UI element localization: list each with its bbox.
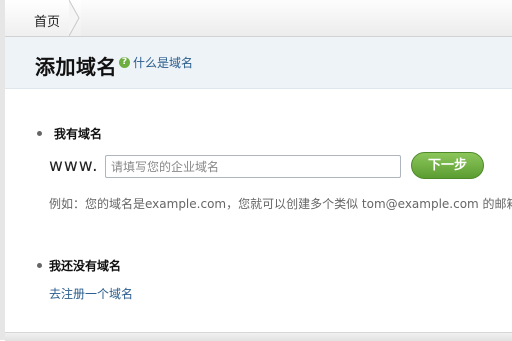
bullet-icon	[37, 131, 42, 136]
www-prefix: www.	[49, 156, 99, 176]
register-domain-link[interactable]: 去注册一个域名	[49, 285, 133, 302]
example-hint: 例如：您的域名是example.com，您就可以创建多个类似 tom@examp…	[49, 197, 512, 211]
next-button[interactable]: 下一步	[411, 152, 484, 179]
no-domain-title: 我还没有域名	[49, 259, 122, 273]
breadcrumb-separator-icon	[69, 0, 80, 36]
what-is-domain-link[interactable]: 什么是域名	[133, 54, 193, 71]
question-icon: ?	[119, 57, 130, 68]
breadcrumb: 首页	[5, 0, 512, 37]
help-link-group[interactable]: ? 什么是域名	[119, 54, 193, 71]
breadcrumb-home-label: 首页	[34, 15, 61, 30]
bullet-icon	[37, 263, 42, 268]
page-title: 添加域名	[35, 55, 117, 79]
domain-input[interactable]	[105, 155, 401, 178]
page-frame: 首页 添加域名 ? 什么是域名 我有域名 www. 下一步 例如：您的域名是ex…	[0, 0, 512, 341]
have-domain-title: 我有域名	[54, 127, 103, 141]
page-header: 添加域名 ? 什么是域名	[5, 37, 512, 89]
